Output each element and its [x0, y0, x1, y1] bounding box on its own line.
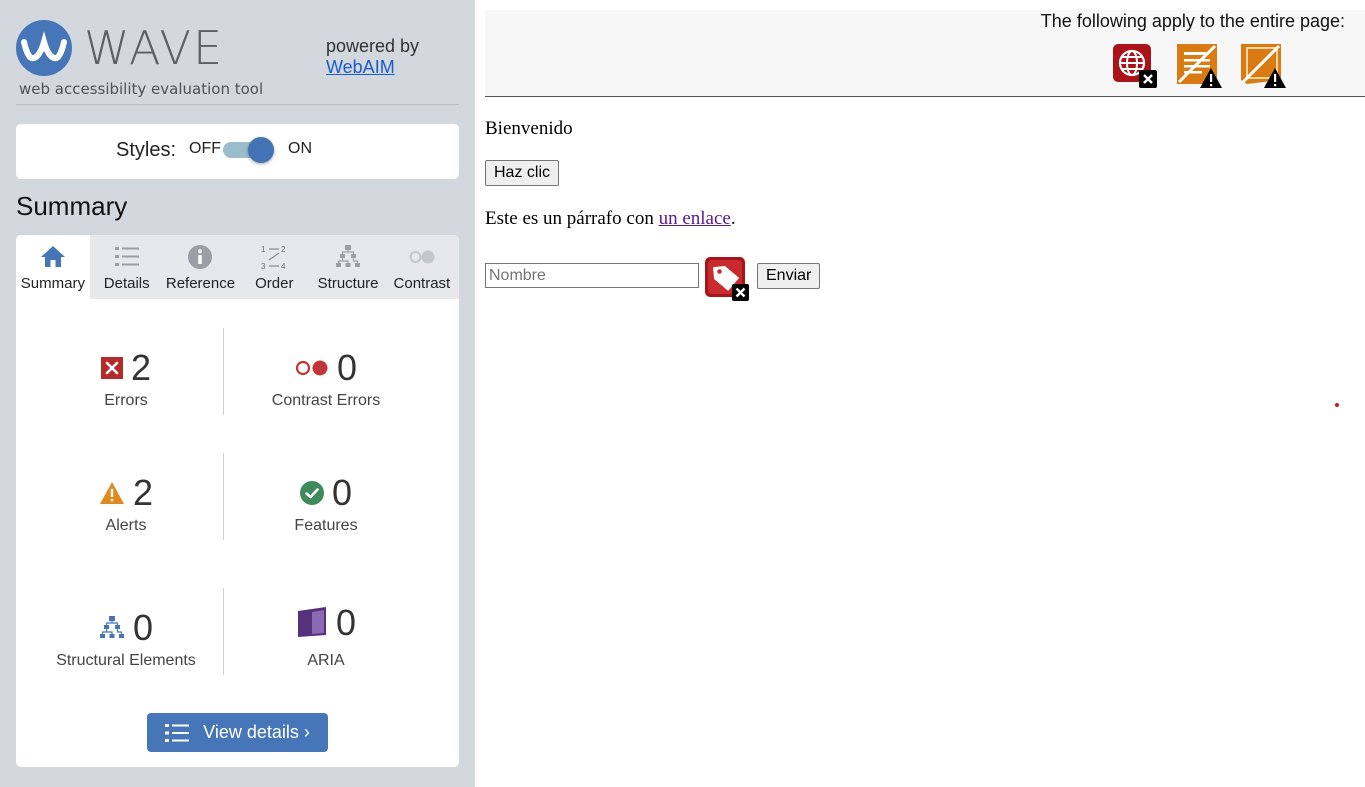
list-icon	[114, 247, 139, 266]
aria-count: 0	[335, 602, 357, 643]
structure-icon	[99, 616, 124, 638]
aria-icon	[297, 607, 326, 637]
powered-by: powered by WebAIM	[326, 36, 419, 78]
order-icon: 1 2 3 4	[261, 245, 286, 270]
tab-details-label: Details	[103, 275, 150, 292]
summary-heading: Summary	[16, 191, 128, 221]
welcome-text: Bienvenido	[485, 118, 573, 139]
paragraph-link[interactable]: un enlace	[659, 208, 731, 229]
tab-contrast[interactable]: Contrast	[385, 235, 459, 299]
home-icon	[40, 246, 65, 267]
feature-icon	[299, 481, 324, 505]
wave-header: WAVE web accessibility evaluation tool p…	[16, 18, 459, 105]
styles-on-label: ON	[288, 140, 312, 157]
paragraph-text-before: Este es un párrafo con	[485, 208, 659, 229]
error-icon	[100, 357, 123, 379]
errors-count: 2	[130, 347, 152, 388]
view-details-button[interactable]: View details ›	[147, 713, 328, 752]
stat-features[interactable]: 0 Features	[226, 473, 426, 535]
features-label: Features	[294, 517, 358, 534]
contrast-errors-count: 0	[336, 347, 358, 388]
page-level-banner: The following apply to the entire page:	[485, 10, 1365, 97]
wave-tagline: web accessibility evaluation tool	[19, 80, 264, 98]
stat-contrast-errors[interactable]: 0 Contrast Errors	[226, 348, 426, 410]
svg-text:1: 1	[261, 245, 266, 254]
structural-label: Structural Elements	[56, 652, 196, 669]
alerts-label: Alerts	[105, 517, 147, 534]
tab-order-label: Order	[255, 275, 294, 292]
missing-label-error-icon[interactable]	[704, 256, 750, 302]
language-error-icon[interactable]	[1111, 42, 1159, 90]
info-icon	[188, 245, 213, 269]
errors-label: Errors	[104, 392, 148, 409]
tab-reference-label: Reference	[165, 275, 236, 292]
contrast-error-icon	[295, 360, 328, 376]
paragraph-text-after: .	[730, 208, 736, 229]
banner-text: The following apply to the entire page:	[1040, 11, 1345, 31]
stat-aria[interactable]: 0 ARIA	[226, 603, 426, 670]
wave-logo-icon	[16, 20, 72, 76]
tab-structure[interactable]: Structure	[311, 235, 385, 299]
list-icon	[165, 723, 190, 742]
tab-bar: Summary Details Reference 1 2 3 4 Order Str…	[16, 235, 459, 299]
tab-contrast-label: Contrast	[393, 275, 451, 292]
contrast-errors-label: Contrast Errors	[271, 392, 381, 409]
wave-logo-text: WAVE	[84, 21, 225, 75]
tab-summary[interactable]: Summary	[16, 235, 90, 299]
tab-order[interactable]: 1 2 3 4 Order	[237, 235, 311, 299]
svg-text:4: 4	[281, 262, 286, 270]
contrast-icon	[409, 250, 435, 264]
toggle-knob[interactable]	[248, 137, 274, 163]
evaluated-page: The following apply to the entire page:	[475, 0, 1365, 787]
tab-reference[interactable]: Reference	[164, 235, 238, 299]
styles-off-label: OFF	[189, 140, 221, 157]
powered-by-text: powered by	[326, 36, 420, 56]
red-dot-marker	[1335, 403, 1339, 407]
wave-sidebar: WAVE web accessibility evaluation tool p…	[0, 0, 475, 787]
tab-details[interactable]: Details	[90, 235, 164, 299]
structure-icon	[336, 245, 361, 267]
structural-count: 0	[132, 607, 154, 648]
paragraph: Este es un párrafo con un enlace.	[485, 208, 736, 230]
webaim-link[interactable]: WebAIM	[326, 57, 419, 78]
styles-card: Styles: OFF ON	[16, 124, 459, 179]
svg-text:2: 2	[281, 245, 286, 254]
svg-text:3: 3	[261, 262, 266, 270]
styles-label: Styles:	[116, 139, 177, 161]
stat-errors[interactable]: 2 Errors	[26, 348, 226, 410]
styles-toggle[interactable]	[223, 137, 275, 163]
enviar-button[interactable]: Enviar	[757, 263, 821, 289]
haz-clic-button[interactable]: Haz clic	[485, 160, 560, 186]
tab-summary-label: Summary	[20, 275, 85, 292]
view-details-label: View details ›	[203, 722, 310, 742]
aria-label: ARIA	[307, 652, 345, 669]
alert-icon	[99, 482, 124, 504]
features-count: 0	[331, 472, 353, 513]
summary-panel: Summary Details Reference 1 2 3 4 Order Str…	[16, 235, 459, 767]
no-heading-alert-icon[interactable]	[1175, 42, 1223, 90]
alerts-count: 2	[132, 472, 154, 513]
stat-alerts[interactable]: 2 Alerts	[26, 473, 226, 535]
nombre-input[interactable]	[485, 263, 699, 288]
no-region-alert-icon[interactable]	[1239, 42, 1287, 90]
stat-structural-elements[interactable]: 0 Structural Elements	[26, 608, 226, 670]
tab-structure-label: Structure	[317, 275, 379, 292]
